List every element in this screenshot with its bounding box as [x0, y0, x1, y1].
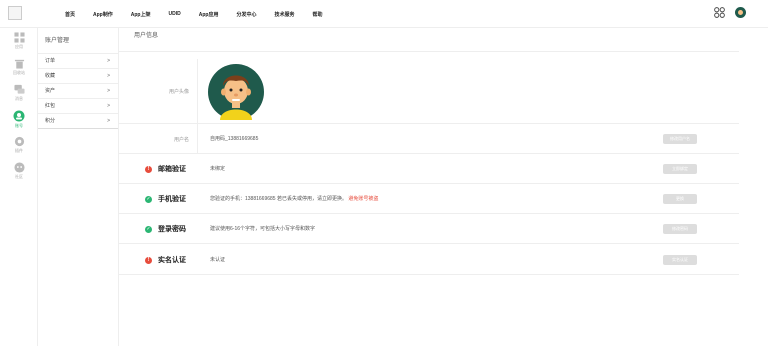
- menu-item-assets[interactable]: 资产 >: [38, 84, 118, 99]
- rail-label: 社区: [15, 174, 23, 179]
- nav-udid[interactable]: UDID: [159, 11, 189, 17]
- phone-label: 手机验证: [158, 196, 186, 203]
- warning-icon: !: [145, 165, 152, 173]
- chevron-right-icon: >: [107, 58, 110, 64]
- rail-item-apps[interactable]: 应用: [0, 32, 38, 50]
- community-icon: [13, 162, 25, 173]
- email-label-group: ! 邮箱验证: [145, 164, 186, 174]
- icon-rail: 应用 回收站 消息 账号 插件 社区: [0, 28, 38, 346]
- password-hint: 建议使用6-16个字符，可包括大小写字母和数字: [210, 226, 316, 232]
- bind-email-button[interactable]: 立即绑定: [663, 164, 697, 174]
- realname-value: 未认证: [210, 257, 226, 263]
- nav-app-make[interactable]: App制作: [84, 11, 122, 18]
- phone-value: 您验证的手机：13881669685 若已丢失或停用，请立即更换。: [210, 196, 347, 202]
- nav-app-publish[interactable]: App上架: [122, 11, 160, 18]
- chevron-right-icon: >: [107, 88, 110, 94]
- nav-help[interactable]: 帮助: [303, 11, 331, 18]
- rail-label: 应用: [15, 44, 23, 49]
- nav-app-apps[interactable]: App应用: [190, 11, 228, 18]
- menu-item-favorites[interactable]: 收藏 >: [38, 69, 118, 84]
- user-avatar-icon[interactable]: [735, 7, 746, 18]
- menu-item-label: 订单: [45, 58, 56, 64]
- title-divider: [119, 51, 739, 52]
- phone-label-group: ✓ 手机验证: [145, 194, 186, 204]
- page-title: 用户信息: [134, 33, 159, 39]
- logo[interactable]: [8, 6, 22, 20]
- rail-label: 插件: [15, 148, 23, 153]
- verify-realname-button[interactable]: 实名认证: [663, 255, 697, 265]
- profile-avatar-icon[interactable]: [208, 64, 264, 120]
- menu-item-orders[interactable]: 订单 >: [38, 54, 118, 69]
- rail-item-trash[interactable]: 回收站: [0, 58, 38, 76]
- rail-label: 账号: [15, 123, 23, 128]
- menu-item-points[interactable]: 积分 >: [38, 114, 118, 129]
- chevron-right-icon: >: [107, 73, 110, 79]
- chevron-right-icon: >: [107, 118, 110, 124]
- row-divider: [197, 59, 198, 124]
- check-icon: ✓: [145, 225, 152, 233]
- menu-item-label: 资产: [45, 88, 56, 94]
- password-label: 登录密码: [158, 226, 186, 233]
- menu-item-label: 收藏: [45, 73, 56, 79]
- email-value: 未绑定: [210, 166, 226, 172]
- trash-icon: [14, 59, 24, 69]
- main-content: 用户信息 用户头像 用户名 自用码_13881669685 修改用户名 ! 邮箱…: [119, 28, 768, 346]
- menu-item-label: 红包: [45, 103, 56, 109]
- check-icon: ✓: [145, 195, 152, 203]
- nav-tech-service[interactable]: 技术服务: [265, 11, 303, 18]
- username-row: 用户名 自用码_13881669685 修改用户名: [119, 124, 739, 154]
- password-label-group: ✓ 登录密码: [145, 224, 186, 234]
- apps-grid-icon[interactable]: [714, 7, 725, 18]
- rail-item-plugins[interactable]: 插件: [0, 136, 38, 154]
- phone-warning-link[interactable]: 避免账号被盗: [348, 196, 378, 202]
- rail-label: 回收站: [13, 70, 25, 75]
- avatar-label: 用户头像: [168, 89, 189, 95]
- change-phone-button[interactable]: 更换: [663, 194, 697, 204]
- settings-icon: [14, 136, 24, 147]
- chevron-right-icon: >: [107, 103, 110, 109]
- edit-username-button[interactable]: 修改用户名: [663, 134, 697, 144]
- phone-value-group: 您验证的手机：13881669685 若已丢失或停用，请立即更换。 避免账号被盗: [210, 195, 378, 202]
- rail-label: 消息: [15, 96, 23, 101]
- menu-item-redpacket[interactable]: 红包 >: [38, 99, 118, 114]
- realname-label-group: ! 实名认证: [145, 255, 186, 265]
- username-label: 用户名: [173, 137, 189, 143]
- user-icon: [13, 110, 25, 122]
- menu-title: 账户管理: [38, 28, 118, 54]
- phone-row: ✓ 手机验证 您验证的手机：13881669685 若已丢失或停用，请立即更换。…: [119, 184, 739, 214]
- user-info-panel: 用户头像 用户名 自用码_13881669685 修改用户名 ! 邮箱验证 未绑…: [119, 59, 739, 305]
- message-icon: [13, 84, 25, 94]
- rail-item-community[interactable]: 社区: [0, 162, 38, 180]
- nav-distribution[interactable]: 分发中心: [227, 11, 265, 18]
- change-password-button[interactable]: 修改密码: [663, 224, 697, 234]
- realname-label: 实名认证: [158, 257, 186, 264]
- avatar-row: 用户头像: [119, 59, 739, 124]
- realname-row: ! 实名认证 未认证 实名认证: [119, 244, 739, 275]
- email-label: 邮箱验证: [158, 166, 186, 173]
- account-menu: 账户管理 订单 > 收藏 > 资产 > 红包 > 积分 >: [38, 28, 119, 346]
- nav-home[interactable]: 首页: [56, 11, 84, 18]
- rail-item-messages[interactable]: 消息: [0, 84, 38, 102]
- email-row: ! 邮箱验证 未绑定 立即绑定: [119, 154, 739, 184]
- menu-item-label: 积分: [45, 118, 56, 124]
- top-right-tools: [714, 7, 746, 18]
- password-row: ✓ 登录密码 建议使用6-16个字符，可包括大小写字母和数字 修改密码: [119, 214, 739, 244]
- warning-icon: !: [145, 256, 152, 264]
- grid-icon: [13, 32, 25, 43]
- top-navbar: 首页 App制作 App上架 UDID App应用 分发中心 技术服务 帮助: [0, 0, 768, 28]
- username-value: 自用码_13881669685: [210, 136, 259, 142]
- main-nav: 首页 App制作 App上架 UDID App应用 分发中心 技术服务 帮助: [56, 0, 332, 28]
- rail-item-account[interactable]: 账号: [0, 110, 38, 129]
- row-divider: [197, 124, 198, 154]
